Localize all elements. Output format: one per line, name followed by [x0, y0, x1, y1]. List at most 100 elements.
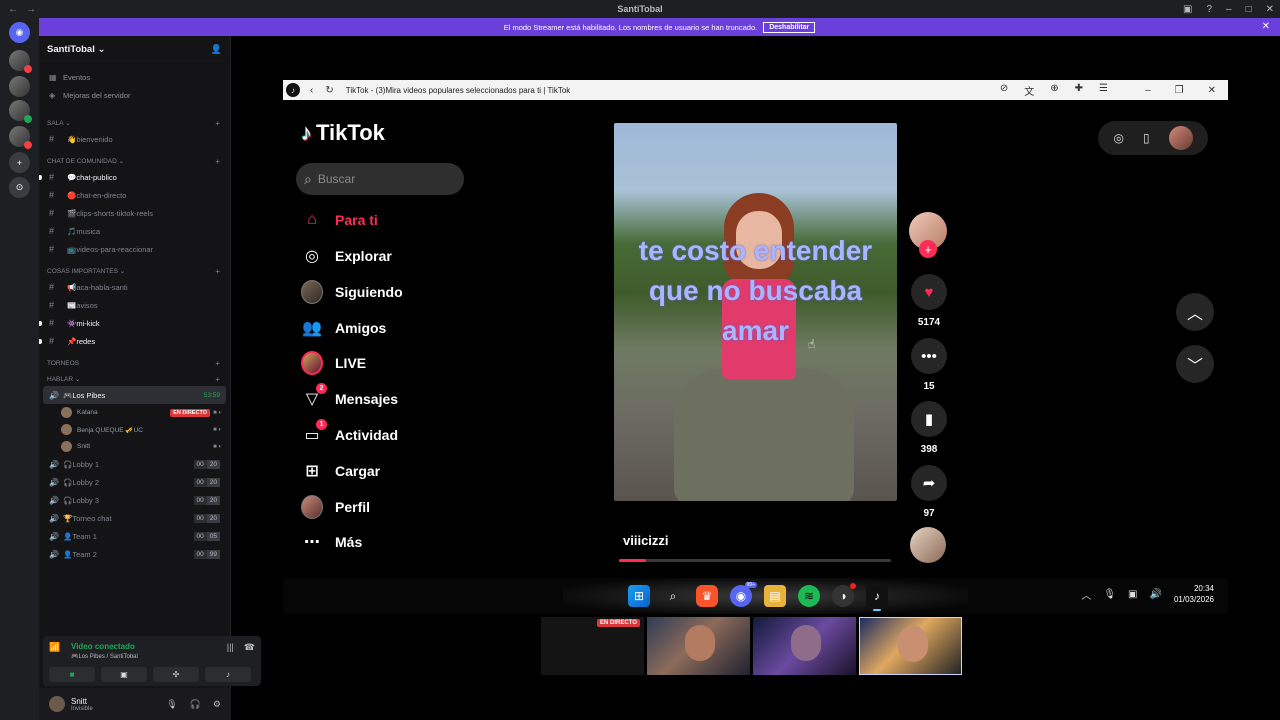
back-arrow-icon[interactable]: ‹	[310, 85, 313, 96]
headphones-icon[interactable]: 🎧	[190, 699, 201, 710]
settings-gear-icon[interactable]: ⚙	[213, 699, 221, 710]
maximize-button[interactable]: □	[1246, 4, 1252, 15]
channel-item[interactable]: # 🎬clips-shorts-tiktok-reels	[39, 204, 230, 222]
share-arrow-icon[interactable]: ➦	[911, 465, 947, 501]
discover-icon[interactable]: ⊙	[9, 177, 30, 198]
server-icon[interactable]	[9, 76, 30, 97]
discord-icon[interactable]: ◉ 99+	[730, 582, 757, 607]
share-action[interactable]: ➦ 97	[910, 465, 948, 519]
music-disc[interactable]	[910, 527, 946, 563]
avatar[interactable]	[49, 696, 65, 712]
next-video-button[interactable]: ﹀	[1176, 345, 1214, 383]
video-player[interactable]: te costo entender que no buscaba amar ☝	[614, 123, 897, 501]
close-button[interactable]: ✕	[1266, 4, 1274, 15]
spotify-icon[interactable]: ≋	[798, 585, 820, 607]
minimize-button[interactable]: –	[1145, 85, 1151, 96]
heart-icon[interactable]: ♥	[911, 274, 947, 310]
network-icon[interactable]: ▣	[1128, 589, 1137, 600]
phone-icon[interactable]: ▯	[1143, 131, 1150, 145]
nav-para-ti[interactable]: ⌂ Para ti	[301, 208, 378, 232]
category-sala[interactable]: Sala ⌄ +	[39, 116, 230, 130]
microphone-icon[interactable]: 🎙	[166, 699, 177, 710]
add-channel-icon[interactable]: +	[215, 375, 220, 384]
nav-actividad[interactable]: ▭ 1 Actividad	[301, 419, 398, 447]
like-action[interactable]: ♥ 5174	[910, 274, 948, 328]
soundboard-button[interactable]: ♪	[205, 667, 251, 682]
reload-icon[interactable]: ↻	[325, 85, 333, 96]
channel-item[interactable]: # 💬chat-publico	[39, 168, 230, 186]
brave-icon[interactable]: ♛	[696, 585, 718, 607]
channel-item[interactable]: # 📺videos-para-reaccionar	[39, 240, 230, 258]
disconnect-icon[interactable]: ☎	[244, 642, 255, 653]
server-icon[interactable]	[9, 126, 32, 149]
channel-item[interactable]: # 📢aca-habla-santi	[39, 278, 230, 296]
category-importantes[interactable]: COSAS IMPORTANTES ⌄ +	[39, 264, 230, 278]
nav-siguiendo[interactable]: Siguiendo	[301, 280, 403, 304]
add-channel-icon[interactable]: +	[215, 119, 220, 128]
chevron-up-icon[interactable]: ︿	[1081, 587, 1091, 602]
server-icon[interactable]	[9, 50, 32, 73]
nav-mas[interactable]: ⋯ Más	[301, 530, 362, 554]
windows-start-icon[interactable]: ⊞	[628, 585, 650, 607]
voice-channel[interactable]: 🔊 🎧Lobby 3 00 20	[39, 491, 230, 509]
activities-button[interactable]: ✣	[153, 667, 199, 682]
voice-channel[interactable]: 🔊 🎧Lobby 1 00 20	[39, 455, 230, 473]
channel-item[interactable]: # 🔴chat-en-directo	[39, 186, 230, 204]
add-channel-icon[interactable]: +	[215, 157, 220, 166]
server-header[interactable]: SantiTobal ⌄ 👤	[39, 36, 230, 64]
server-icon[interactable]	[9, 100, 32, 123]
follow-plus-icon[interactable]: +	[919, 240, 937, 258]
close-button[interactable]: ✕	[1208, 85, 1216, 96]
voice-channel-active[interactable]: 🔊 🎮Los Pibes 53:59	[43, 386, 226, 404]
forward-arrow-icon[interactable]: →	[26, 4, 36, 15]
voice-member[interactable]: Benja QUEQUE 🎺UC ■ ◐	[39, 421, 230, 438]
events-link[interactable]: ▦ Eventos	[39, 68, 230, 86]
comment-icon[interactable]: •••	[911, 338, 947, 374]
clock[interactable]: 20:34 01/03/2026	[1174, 583, 1214, 605]
category-hablar[interactable]: HABLAR ⌄ +	[39, 372, 230, 386]
nav-perfil[interactable]: Perfil	[301, 495, 370, 519]
voice-channel[interactable]: 🔊 👤Team 2 00 99	[39, 545, 230, 563]
nav-cargar[interactable]: ⊞ Cargar	[301, 459, 380, 483]
voice-channel[interactable]: 🔊 🎧Lobby 2 00 20	[39, 473, 230, 491]
obs-icon[interactable]: ◑	[832, 583, 856, 607]
folder-icon[interactable]: ▤	[764, 585, 786, 607]
category-torneos[interactable]: TORNEOS +	[39, 356, 230, 370]
help-icon[interactable]: ?	[1206, 4, 1212, 15]
stream-preview[interactable]	[859, 617, 962, 675]
channel-item[interactable]: # 📰avisos	[39, 296, 230, 314]
comment-action[interactable]: ••• 15	[910, 338, 948, 392]
close-icon[interactable]: ✕	[1262, 21, 1270, 32]
previous-video-button[interactable]: ︿	[1176, 293, 1214, 331]
disable-streamer-button[interactable]: Deshabilitar	[763, 21, 816, 33]
inbox-icon[interactable]: ▣	[1183, 4, 1192, 15]
voice-member[interactable]: Katana EN DIRECTO ■ ◐	[39, 404, 230, 421]
camera-button[interactable]: ■	[49, 667, 95, 682]
add-channel-icon[interactable]: +	[215, 359, 220, 368]
nav-live[interactable]: LIVE	[301, 351, 366, 375]
search-icon[interactable]: ⌕	[304, 171, 312, 188]
add-server-icon[interactable]: +	[9, 152, 30, 173]
video-author[interactable]: viiicizzi	[623, 533, 669, 548]
add-channel-icon[interactable]: +	[215, 267, 220, 276]
no-wifi-icon[interactable]: ⊘	[1000, 83, 1008, 98]
discord-home-icon[interactable]: ◉	[9, 22, 30, 43]
avatar[interactable]	[1168, 126, 1193, 150]
extensions-icon[interactable]: ✚	[1075, 83, 1083, 98]
translate-icon[interactable]: 文	[1024, 83, 1034, 98]
screen-share-button[interactable]: ▣	[101, 667, 147, 682]
menu-icon[interactable]: ☰	[1099, 83, 1108, 98]
channel-item[interactable]: # 👾mi-kick	[39, 314, 230, 332]
back-arrow-icon[interactable]: ←	[8, 4, 18, 15]
voice-member[interactable]: Snitt ■ ◐	[39, 438, 230, 455]
boost-link[interactable]: ◈ Mejoras del servidor	[39, 86, 230, 104]
tiktok-logo[interactable]: ♪ TikTok	[301, 120, 385, 146]
category-comunidad[interactable]: CHAT DE COMUNIDAD ⌄ +	[39, 154, 230, 168]
microphone-icon[interactable]: 🎙	[1103, 589, 1116, 600]
nav-explorar[interactable]: ◎ Explorar	[301, 244, 392, 268]
compass-icon[interactable]: ◎	[1113, 131, 1123, 145]
save-action[interactable]: ▮ 398	[910, 401, 948, 455]
nav-amigos[interactable]: 👥 Amigos	[301, 316, 386, 340]
creator-avatar[interactable]: +	[909, 212, 947, 258]
channel-bienvenido[interactable]: # 👋bienvenido	[39, 130, 230, 148]
